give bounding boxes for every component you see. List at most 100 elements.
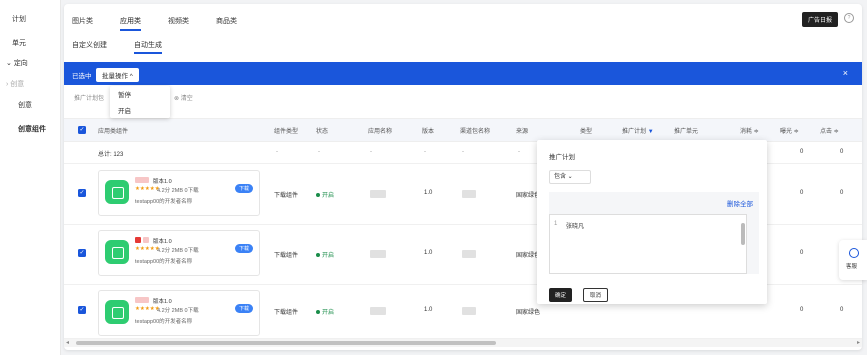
menu-item-enable[interactable]: 开启 bbox=[110, 102, 170, 118]
app-version: 版本1.0 bbox=[153, 299, 172, 305]
sidebar-item-unit[interactable]: 单元 bbox=[12, 38, 26, 48]
filter-values-textarea[interactable]: 1 张晓凡 bbox=[549, 214, 747, 274]
col-campaign[interactable]: 推广计划 ▼ bbox=[622, 126, 654, 135]
sidebar-item-targeting[interactable]: ⌄ 定向 bbox=[6, 58, 28, 68]
total-cell: - bbox=[518, 149, 520, 155]
selected-count-label: 已选中 bbox=[72, 73, 92, 80]
status-dot-icon bbox=[316, 310, 320, 315]
campaign-filter-popover: 推广计划 包含 ⌄ 删除全部 1 张晓凡 确定 取消 bbox=[537, 140, 767, 304]
status: 开启 bbox=[316, 190, 334, 199]
redacted-app-name bbox=[370, 250, 386, 258]
component-type: 下载组件 bbox=[274, 253, 299, 259]
status-dot-icon bbox=[316, 193, 320, 198]
scrollbar-thumb[interactable] bbox=[76, 341, 496, 345]
cancel-button[interactable]: 取消 bbox=[583, 288, 609, 302]
app-component-card[interactable]: 版本1.0 ★★★★★ 4.2分 2MB 0下载 testapp00的开发者名称… bbox=[98, 230, 260, 276]
status: 开启 bbox=[316, 307, 334, 316]
developer-name: testapp00的开发者名称 bbox=[135, 259, 193, 265]
filter-icon[interactable]: ▼ bbox=[648, 129, 654, 135]
sidebar: 计划 单元 ⌄ 定向 › 创意 创意 创意组件 bbox=[0, 0, 61, 355]
app-icon bbox=[105, 180, 129, 204]
total-cell: - bbox=[424, 149, 426, 155]
sidebar-item-creative[interactable]: 创意 bbox=[18, 100, 32, 110]
rating-stars: ★★★★★ bbox=[135, 306, 160, 312]
developer-name: testapp00的开发者名称 bbox=[135, 319, 193, 325]
version: 1.0 bbox=[424, 307, 433, 313]
rating-stars: ★★★★★ bbox=[135, 246, 160, 252]
app-stats: 4.2分 2MB 0下载 bbox=[157, 308, 199, 314]
download-button[interactable]: 下载 bbox=[234, 244, 253, 253]
popover-title: 推广计划 bbox=[549, 154, 575, 161]
col-version: 版本 bbox=[422, 129, 435, 135]
redacted-channel bbox=[462, 190, 476, 198]
redacted-name bbox=[135, 177, 149, 183]
horizontal-scrollbar[interactable]: ◂ ▸ bbox=[64, 339, 862, 347]
tab-video[interactable]: 视频类 bbox=[168, 16, 189, 26]
status: 开启 bbox=[316, 250, 334, 259]
tab-image[interactable]: 图片类 bbox=[72, 16, 93, 26]
row-checkbox[interactable]: ✓ bbox=[78, 189, 86, 197]
row-checkbox[interactable]: ✓ bbox=[78, 249, 86, 257]
batch-operation-button[interactable]: 批量操作 ^ bbox=[96, 68, 139, 82]
version: 1.0 bbox=[424, 190, 433, 196]
app-stats: 4.2分 2MB 0下载 bbox=[157, 248, 199, 254]
clear-all-link[interactable]: 删除全部 bbox=[727, 198, 753, 208]
operator-select[interactable]: 包含 ⌄ bbox=[549, 170, 591, 184]
subtab-custom-create[interactable]: 自定义创建 bbox=[72, 40, 107, 50]
main-content: 图片类 应用类 视频类 商品类 广告日报 ? 自定义创建 自动生成 已选中 批量… bbox=[64, 4, 862, 350]
app-icon bbox=[105, 240, 129, 264]
confirm-button[interactable]: 确定 bbox=[549, 288, 573, 302]
cost: 0 bbox=[800, 250, 804, 256]
app-component-card[interactable]: 版本1.0 ★★★★★ 4.2分 2MB 0下载 testapp00的开发者名称… bbox=[98, 170, 260, 216]
version: 1.0 bbox=[424, 250, 433, 256]
line-number: 1 bbox=[554, 221, 558, 227]
row-checkbox[interactable]: ✓ bbox=[78, 306, 86, 314]
total-cell: 0 bbox=[840, 149, 844, 155]
subtab-auto-generate[interactable]: 自动生成 bbox=[134, 40, 162, 54]
impressions: 0 bbox=[840, 190, 844, 196]
col-status: 状态 bbox=[316, 129, 329, 135]
headset-icon bbox=[849, 248, 859, 258]
total-cell: 0 bbox=[800, 149, 804, 155]
rating-stars: ★★★★★ bbox=[135, 186, 160, 192]
redacted-channel bbox=[462, 250, 476, 258]
tab-app[interactable]: 应用类 bbox=[120, 16, 141, 31]
ad-report-button[interactable]: 广告日报 bbox=[801, 12, 838, 27]
col-channel-package: 渠道包名称 bbox=[460, 129, 491, 135]
sidebar-item-creative-group[interactable]: › 创意 bbox=[6, 79, 24, 89]
redacted-app-name bbox=[370, 190, 386, 198]
filter-tag: 推广计划包 bbox=[74, 96, 105, 102]
app-stats: 4.2分 2MB 0下载 bbox=[157, 188, 199, 194]
sidebar-item-plan[interactable]: 计划 bbox=[12, 14, 26, 24]
col-source: 来源 bbox=[516, 129, 529, 135]
select-all-checkbox[interactable]: ✓ bbox=[78, 126, 86, 134]
redacted-name bbox=[143, 237, 149, 243]
table-header: ✓ 应用类组件 组件类型 状态 应用名称 版本 渠道包名称 来源 类型 推广计划… bbox=[64, 118, 862, 142]
app-component-card[interactable]: 版本1.0 ★★★★★ 4.2分 2MB 0下载 testapp00的开发者名称… bbox=[98, 290, 260, 336]
filter-value-area: 删除全部 1 张晓凡 bbox=[549, 192, 759, 274]
clear-filter-button[interactable]: ⊗ 清空 bbox=[174, 93, 193, 102]
close-icon[interactable]: × bbox=[843, 68, 848, 78]
customer-service-widget[interactable]: 客服 bbox=[839, 240, 867, 280]
download-button[interactable]: 下载 bbox=[234, 184, 253, 193]
bulk-action-bar: 已选中 批量操作 ^ × bbox=[64, 62, 862, 85]
sidebar-item-creative-components[interactable]: 创意组件 bbox=[18, 124, 46, 134]
col-app-name: 应用名称 bbox=[368, 129, 393, 135]
textarea-scrollbar[interactable] bbox=[741, 223, 745, 245]
customer-service-label: 客服 bbox=[846, 264, 858, 270]
app-frame: 计划 单元 ⌄ 定向 › 创意 创意 创意组件 图片类 应用类 视频类 商品类 … bbox=[0, 0, 867, 355]
download-button[interactable]: 下载 bbox=[234, 304, 253, 313]
cost: 0 bbox=[800, 307, 804, 313]
scroll-left-icon[interactable]: ◂ bbox=[66, 339, 69, 346]
component-type: 下载组件 bbox=[274, 193, 299, 199]
redacted-name bbox=[135, 237, 141, 243]
col-clicks[interactable]: 点击 ≑ bbox=[820, 126, 839, 135]
impressions: 0 bbox=[840, 307, 844, 313]
col-cost[interactable]: 消耗 ≑ bbox=[740, 126, 759, 135]
scroll-right-icon[interactable]: ▸ bbox=[857, 339, 860, 346]
col-impressions[interactable]: 曝光 ≑ bbox=[780, 126, 799, 135]
menu-item-pause[interactable]: 暂停 bbox=[110, 86, 170, 102]
chevron-down-icon: ⌄ bbox=[6, 60, 14, 67]
help-icon[interactable]: ? bbox=[844, 13, 854, 23]
tab-product[interactable]: 商品类 bbox=[216, 16, 237, 26]
